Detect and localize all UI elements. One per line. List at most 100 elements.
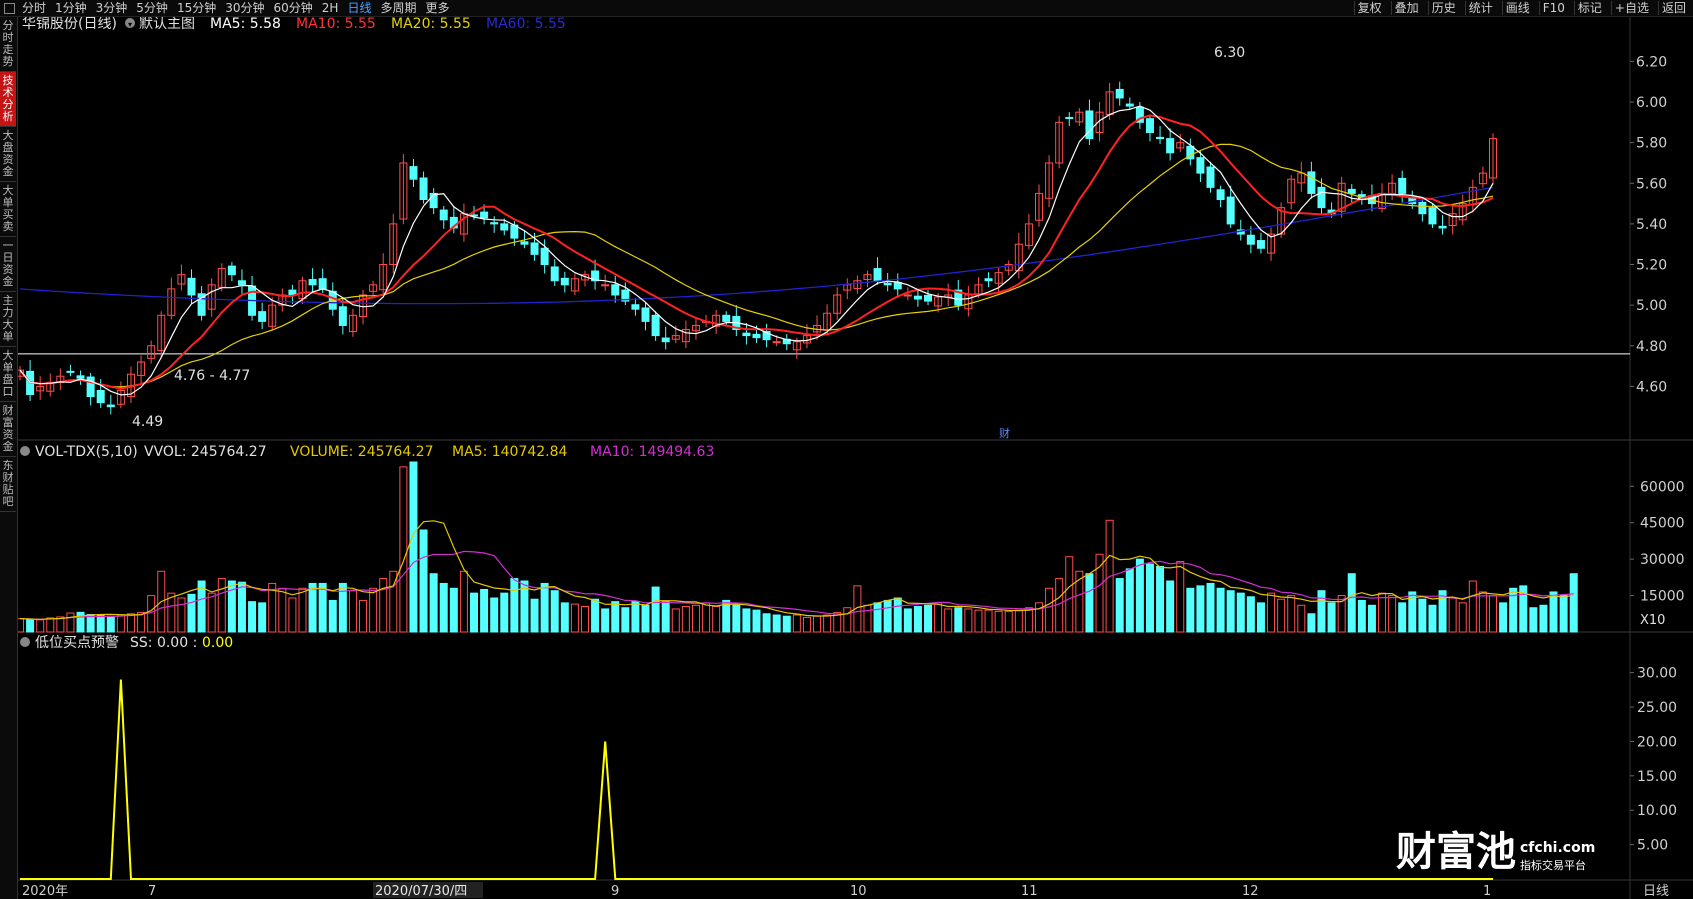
candle-body[interactable] — [1226, 196, 1235, 225]
tool-button-5[interactable]: F10 — [1538, 1, 1568, 15]
volume-bar[interactable] — [762, 613, 771, 633]
volume-bar[interactable] — [1125, 568, 1134, 633]
volume-bar[interactable] — [106, 615, 115, 633]
volume-bar[interactable] — [429, 573, 438, 633]
volume-bar[interactable] — [258, 602, 267, 633]
volume-bar[interactable] — [1085, 573, 1094, 633]
period-3[interactable]: 5分钟 — [136, 1, 168, 15]
tool-button-1[interactable]: 叠加 — [1390, 1, 1422, 15]
volume-bar[interactable] — [782, 615, 791, 633]
candle-body[interactable] — [550, 266, 559, 282]
volume-bar[interactable] — [1246, 596, 1255, 633]
left-tab-2[interactable]: 大盘资金 — [0, 127, 16, 182]
volume-bar[interactable] — [1236, 592, 1245, 633]
volume-bar[interactable] — [661, 601, 670, 633]
candle-body[interactable] — [106, 404, 115, 408]
tool-button-6[interactable]: 标记 — [1573, 1, 1605, 15]
volume-bar[interactable] — [742, 608, 751, 633]
event-marker[interactable]: 财 — [999, 426, 1010, 440]
candle-body[interactable] — [419, 177, 428, 201]
left-tab-1[interactable]: 技术分析 — [0, 72, 16, 127]
volume-bar[interactable] — [631, 601, 640, 633]
left-tab-5[interactable]: 主力大单 — [0, 292, 16, 347]
volume-bar[interactable] — [651, 586, 660, 633]
candle-body[interactable] — [1246, 234, 1255, 245]
candle-body[interactable] — [1307, 171, 1316, 194]
volume-bar[interactable] — [419, 529, 428, 633]
volume-bar[interactable] — [1549, 591, 1558, 633]
volume-bar[interactable] — [601, 608, 610, 633]
candle-body[interactable] — [318, 278, 327, 290]
volume-bar[interactable] — [1166, 580, 1175, 633]
candle-body[interactable] — [490, 222, 499, 225]
period-10[interactable]: 更多 — [425, 1, 449, 15]
volume-bar[interactable] — [1569, 573, 1578, 633]
period-0[interactable]: 分时 — [22, 1, 46, 15]
candle-body[interactable] — [1398, 177, 1407, 194]
left-tab-0[interactable]: 分时走势 — [0, 17, 16, 72]
candle-body[interactable] — [338, 306, 347, 326]
volume-bar[interactable] — [873, 602, 882, 633]
volume-bar[interactable] — [1539, 604, 1548, 633]
volume-bar[interactable] — [1357, 599, 1366, 633]
candle-body[interactable] — [520, 241, 529, 245]
candle-body[interactable] — [601, 284, 610, 287]
volume-bar[interactable] — [187, 593, 196, 633]
volume-bar[interactable] — [96, 614, 105, 633]
volume-bar[interactable] — [1327, 602, 1336, 633]
volume-bar[interactable] — [591, 598, 600, 633]
period-6[interactable]: 60分钟 — [274, 1, 313, 15]
volume-bar[interactable] — [409, 461, 418, 633]
volume-bar[interactable] — [883, 599, 892, 633]
volume-bar[interactable] — [1307, 613, 1316, 633]
volume-bar[interactable] — [1186, 587, 1195, 633]
volume-bar[interactable] — [1367, 604, 1376, 633]
indicator-settings-icon[interactable] — [20, 637, 30, 647]
volume-bar[interactable] — [1196, 585, 1205, 633]
candle-body[interactable] — [611, 284, 620, 296]
left-tab-6[interactable]: 大单盘口 — [0, 347, 16, 402]
volume-settings-icon[interactable] — [20, 446, 30, 456]
volume-bar[interactable] — [772, 614, 781, 633]
volume-bar[interactable] — [530, 598, 539, 633]
volume-bar[interactable] — [1145, 563, 1154, 633]
candle-body[interactable] — [883, 282, 892, 286]
candle-body[interactable] — [984, 278, 993, 282]
volume-bar[interactable] — [1216, 587, 1225, 633]
volume-bar[interactable] — [924, 604, 933, 633]
volume-bar[interactable] — [1529, 607, 1538, 633]
candle-body[interactable] — [631, 304, 640, 310]
period-2[interactable]: 3分钟 — [96, 1, 128, 15]
candle-body[interactable] — [86, 376, 95, 398]
volume-bar[interactable] — [1156, 565, 1165, 633]
volume-bar[interactable] — [470, 592, 479, 633]
candle-body[interactable] — [308, 279, 317, 286]
candle-body[interactable] — [661, 337, 670, 343]
candle-body[interactable] — [1145, 118, 1154, 133]
volume-bar[interactable] — [540, 582, 549, 633]
candle-body[interactable] — [1428, 207, 1437, 225]
volume-bar[interactable] — [913, 606, 922, 633]
left-tab-4[interactable]: 一日资金 — [0, 237, 16, 292]
candle-body[interactable] — [258, 311, 267, 322]
volume-bar[interactable] — [1135, 558, 1144, 633]
candle-body[interactable] — [1206, 166, 1215, 188]
candle-body[interactable] — [1438, 225, 1447, 229]
candle-body[interactable] — [1166, 138, 1175, 154]
candle-body[interactable] — [530, 242, 539, 255]
candle-body[interactable] — [1347, 188, 1356, 194]
candle-body[interactable] — [1418, 201, 1427, 215]
volume-bar[interactable] — [1115, 578, 1124, 633]
candle-body[interactable] — [66, 370, 75, 373]
candle-body[interactable] — [893, 281, 902, 290]
volume-bar[interactable] — [439, 582, 448, 633]
candle-body[interactable] — [772, 341, 781, 344]
volume-bar[interactable] — [237, 581, 246, 633]
candle-body[interactable] — [752, 333, 761, 339]
volume-bar[interactable] — [641, 604, 650, 633]
candle-body[interactable] — [1216, 189, 1225, 201]
left-tab-3[interactable]: 大单买卖 — [0, 182, 16, 237]
volume-bar[interactable] — [560, 602, 569, 633]
window-icon[interactable] — [4, 3, 15, 14]
volume-bar[interactable] — [1398, 602, 1407, 633]
